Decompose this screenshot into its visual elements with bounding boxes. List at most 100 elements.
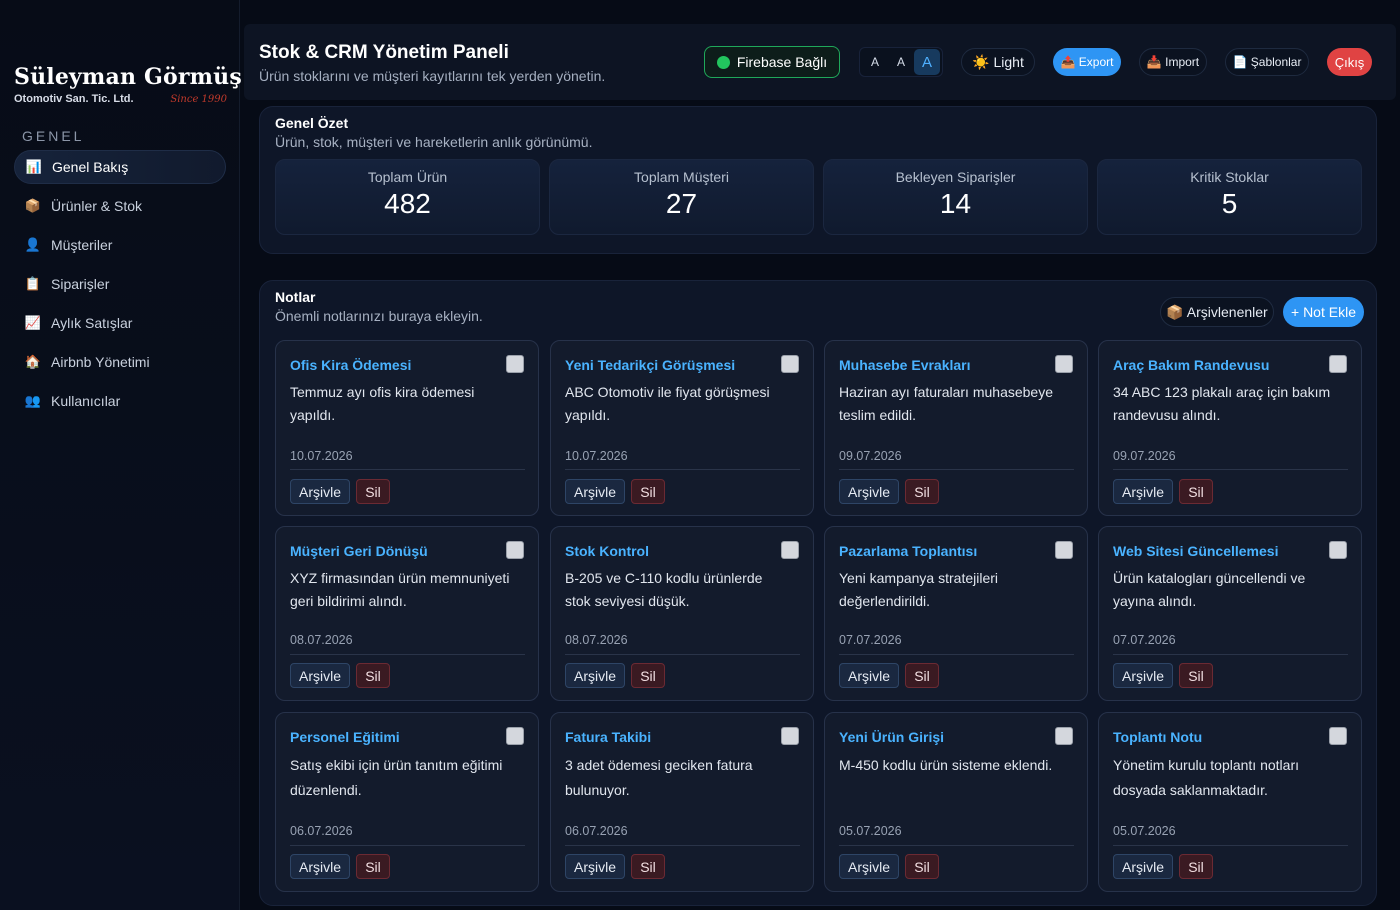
note-divider	[1113, 654, 1348, 655]
clipboard-icon: 📋	[24, 276, 42, 291]
note-divider	[839, 469, 1074, 470]
note-checkbox[interactable]	[781, 541, 799, 559]
note-checkbox[interactable]	[506, 727, 524, 745]
stat-value: 482	[384, 188, 431, 219]
sidebar-item-urunler-stok[interactable]: 📦 Ürünler & Stok	[14, 189, 226, 223]
summary-title: Genel Özet	[275, 115, 349, 131]
archive-note-button[interactable]: Arşivle	[1113, 854, 1173, 879]
note-checkbox[interactable]	[506, 541, 524, 559]
sidebar-item-aylik-satislar[interactable]: 📈 Aylık Satışlar	[14, 306, 226, 340]
stat-card-critical-stock: Kritik Stoklar 5	[1097, 159, 1362, 235]
archive-note-button[interactable]: Arşivle	[565, 663, 625, 688]
note-checkbox[interactable]	[781, 727, 799, 745]
note-checkbox[interactable]	[1329, 541, 1347, 559]
archive-note-button[interactable]: Arşivle	[565, 854, 625, 879]
note-card: Web Sitesi Güncellemesi Ürün katalogları …	[1098, 526, 1362, 701]
import-button[interactable]: 📥 Import	[1139, 48, 1207, 76]
archived-notes-button[interactable]: 📦 Arşivlenenler	[1160, 297, 1274, 327]
archive-note-button[interactable]: Arşivle	[839, 854, 899, 879]
sidebar-item-siparisler[interactable]: 📋 Siparişler	[14, 267, 226, 301]
note-date: 06.07.2026	[565, 824, 628, 838]
delete-note-button[interactable]: Sil	[905, 854, 939, 879]
export-button[interactable]: 📤 Export	[1053, 48, 1121, 76]
stat-card-total-products: Toplam Ürün 482	[275, 159, 540, 235]
delete-note-button[interactable]: Sil	[631, 663, 665, 688]
note-title: Yeni Ürün Girişi	[839, 729, 945, 745]
stat-card-total-customers: Toplam Müşteri 27	[549, 159, 814, 235]
archive-note-button[interactable]: Arşivle	[839, 663, 899, 688]
stat-value: 27	[665, 188, 698, 219]
note-divider	[565, 469, 800, 470]
note-title: Ofis Kira Ödemesi	[290, 357, 412, 373]
font-size-small-button[interactable]: A	[862, 49, 888, 75]
note-title: Müşteri Geri Dönüşü	[290, 543, 428, 559]
trend-icon: 📈	[24, 315, 42, 330]
note-date: 09.07.2026	[839, 449, 902, 463]
sidebar-item-genel-bakis[interactable]: 📊 Genel Bakış	[14, 150, 226, 184]
top-header: Stok & CRM Yönetim Paneli Ürün stokların…	[244, 24, 1396, 100]
sidebar-item-musteriler[interactable]: 👤 Müşteriler	[14, 228, 226, 262]
delete-note-button[interactable]: Sil	[905, 663, 939, 688]
delete-note-button[interactable]: Sil	[1179, 854, 1213, 879]
note-card: Pazarlama Toplantısı Yeni kampanya strate…	[824, 526, 1088, 701]
note-title: Web Sitesi Güncellemesi	[1113, 543, 1279, 559]
archive-note-button[interactable]: Arşivle	[839, 479, 899, 504]
note-body: Satış ekibi için ürün tanıtım eğitimi dü…	[290, 757, 503, 798]
font-size-large-button[interactable]: A	[914, 49, 940, 75]
add-note-button[interactable]: + Not Ekle	[1283, 297, 1364, 327]
archive-note-button[interactable]: Arşivle	[1113, 663, 1173, 688]
font-size-medium-button[interactable]: A	[888, 49, 914, 75]
delete-note-button[interactable]: Sil	[1179, 663, 1213, 688]
note-divider	[290, 845, 525, 846]
stat-value: 14	[939, 188, 972, 219]
sidebar-nav: 📊 Genel Bakış 📦 Ürünler & Stok 👤 Müşteri…	[14, 150, 226, 423]
note-body: Yeni kampanya stratejileri değerlendiril…	[839, 570, 999, 609]
note-title: Muhasebe Evrakları	[839, 357, 971, 373]
delete-note-button[interactable]: Sil	[631, 479, 665, 504]
house-icon: 🏠	[24, 354, 42, 369]
stat-label: Toplam Ürün	[367, 169, 448, 185]
stat-value: 5	[1221, 188, 1238, 219]
note-divider	[839, 845, 1074, 846]
note-date: 07.07.2026	[839, 633, 902, 647]
note-checkbox[interactable]	[1055, 727, 1073, 745]
note-divider	[1113, 469, 1348, 470]
logout-button[interactable]: Çıkış	[1327, 48, 1372, 76]
note-divider	[290, 469, 525, 470]
note-divider	[565, 845, 800, 846]
delete-note-button[interactable]: Sil	[905, 479, 939, 504]
delete-note-button[interactable]: Sil	[356, 479, 390, 504]
delete-note-button[interactable]: Sil	[1179, 479, 1213, 504]
notes-subtitle: Önemli notlarınızı buraya ekleyin.	[275, 308, 483, 324]
note-body: 34 ABC 123 plakalı araç için bakım rande…	[1113, 384, 1331, 423]
archive-note-button[interactable]: Arşivle	[290, 854, 350, 879]
note-checkbox[interactable]	[1055, 541, 1073, 559]
archive-note-button[interactable]: Arşivle	[290, 663, 350, 688]
delete-note-button[interactable]: Sil	[356, 663, 390, 688]
stat-label: Bekleyen Siparişler	[895, 169, 1016, 185]
note-body: Temmuz ayı ofis kira ödemesi yapıldı.	[290, 384, 475, 423]
note-checkbox[interactable]	[1329, 727, 1347, 745]
archive-note-button[interactable]: Arşivle	[290, 479, 350, 504]
delete-note-button[interactable]: Sil	[631, 854, 665, 879]
users-icon: 👥	[24, 393, 42, 408]
sidebar-item-kullanicilar[interactable]: 👥 Kullanıcılar	[14, 384, 226, 418]
note-date: 06.07.2026	[290, 824, 353, 838]
note-checkbox[interactable]	[1055, 355, 1073, 373]
archive-note-button[interactable]: Arşivle	[1113, 479, 1173, 504]
note-date: 05.07.2026	[839, 824, 902, 838]
theme-toggle-button[interactable]: ☀️ Light	[961, 48, 1035, 76]
page-title: Stok & CRM Yönetim Paneli	[259, 42, 509, 63]
archive-note-button[interactable]: Arşivle	[565, 479, 625, 504]
templates-button[interactable]: 📄 Şablonlar	[1225, 48, 1309, 76]
note-body: 3 adet ödemesi geciken fatura bulunuyor.	[565, 757, 753, 798]
note-date: 08.07.2026	[565, 633, 628, 647]
note-checkbox[interactable]	[1329, 355, 1347, 373]
note-checkbox[interactable]	[781, 355, 799, 373]
summary-panel: Genel Özet Ürün, stok, müşteri ve hareke…	[259, 106, 1377, 254]
delete-note-button[interactable]: Sil	[356, 854, 390, 879]
brand-since: Since 1990	[170, 94, 227, 105]
note-card: Toplantı Notu Yönetim kurulu toplantı not…	[1098, 712, 1362, 892]
sidebar-item-airbnb[interactable]: 🏠 Airbnb Yönetimi	[14, 345, 226, 379]
note-checkbox[interactable]	[506, 355, 524, 373]
